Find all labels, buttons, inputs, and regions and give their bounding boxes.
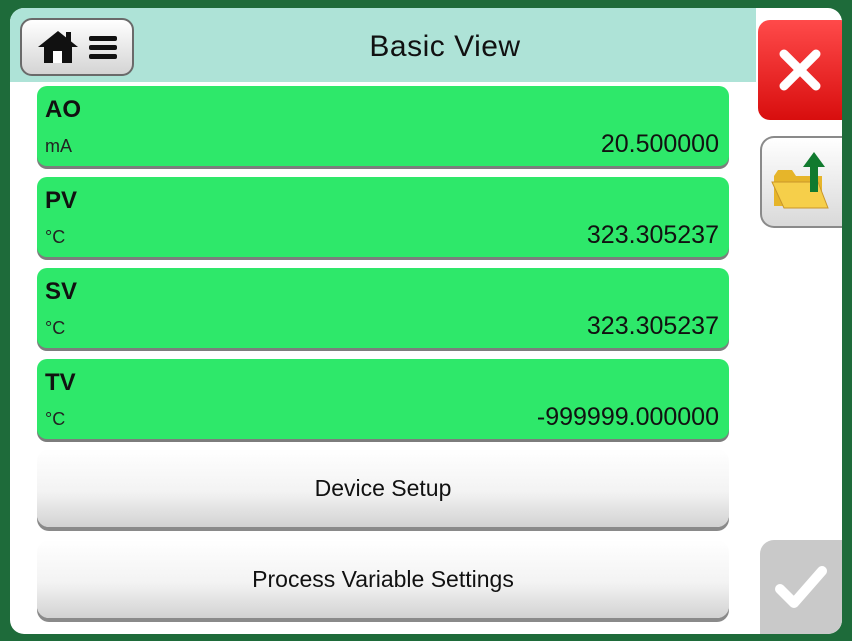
- variable-card-tv[interactable]: TV °C -999999.000000: [37, 359, 729, 439]
- variable-card-pv[interactable]: PV °C 323.305237: [37, 177, 729, 257]
- variable-name: TV: [45, 369, 76, 396]
- variable-value: 20.500000: [600, 130, 719, 158]
- close-button[interactable]: [758, 20, 842, 120]
- variable-name: SV: [45, 278, 78, 305]
- variable-unit: °C: [45, 227, 66, 247]
- title-bar: Basic View: [10, 8, 756, 82]
- variable-value: -999999.000000: [536, 403, 719, 431]
- home-menu-button[interactable]: [20, 18, 134, 76]
- variable-value: 323.305237: [586, 312, 719, 340]
- calibrator-screen: Basic View AO mA 20.500000 PV °C 323.305…: [10, 8, 842, 634]
- variable-unit: °C: [45, 409, 66, 429]
- menu-icon: [89, 36, 117, 59]
- variable-unit: mA: [45, 136, 72, 156]
- close-icon: [779, 49, 821, 91]
- checkmark-icon: [775, 566, 827, 608]
- device-setup-button[interactable]: Device Setup: [37, 449, 729, 527]
- accept-button[interactable]: [760, 540, 842, 634]
- variable-unit: °C: [45, 318, 66, 338]
- variable-name: PV: [45, 187, 78, 214]
- open-file-button[interactable]: [760, 136, 842, 228]
- process-variable-settings-button[interactable]: Process Variable Settings: [37, 540, 729, 618]
- folder-upload-icon: [771, 152, 829, 209]
- variable-value: 323.305237: [586, 221, 719, 249]
- variable-name: AO: [45, 96, 81, 123]
- variable-card-ao[interactable]: AO mA 20.500000: [37, 86, 729, 166]
- home-icon: [38, 31, 78, 63]
- page-title: Basic View: [369, 30, 521, 63]
- variable-card-sv[interactable]: SV °C 323.305237: [37, 268, 729, 348]
